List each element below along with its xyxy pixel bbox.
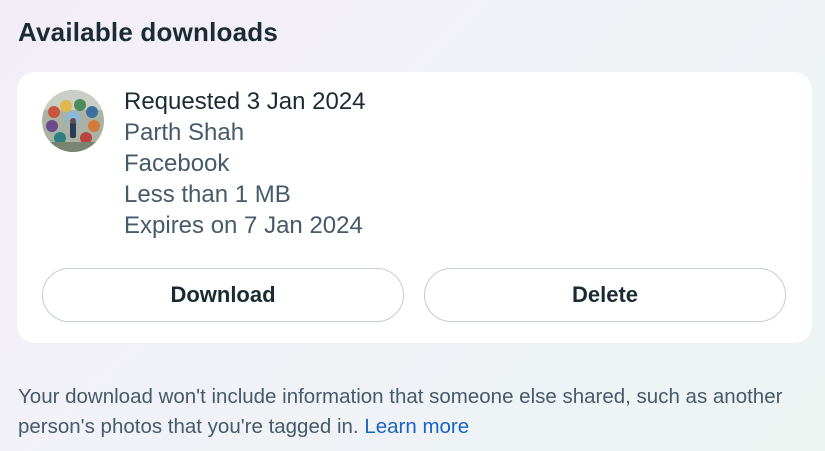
requested-date: Requested 3 Jan 2024 <box>124 88 366 115</box>
section-title: Available downloads <box>18 17 279 47</box>
download-details: Requested 3 Jan 2024 Parth Shah Facebook… <box>124 86 366 241</box>
download-card: Requested 3 Jan 2024 Parth Shah Facebook… <box>17 72 812 343</box>
file-size: Less than 1 MB <box>124 181 291 208</box>
platform-name: Facebook <box>124 150 230 177</box>
learn-more-link[interactable]: Learn more <box>364 415 469 438</box>
download-disclaimer: Your download won't include information … <box>18 382 808 442</box>
account-name: Parth Shah <box>124 119 245 146</box>
avatar <box>42 90 104 152</box>
download-button[interactable]: Download <box>42 268 404 322</box>
expiry-date: Expires on 7 Jan 2024 <box>124 212 363 239</box>
delete-button[interactable]: Delete <box>424 268 786 322</box>
